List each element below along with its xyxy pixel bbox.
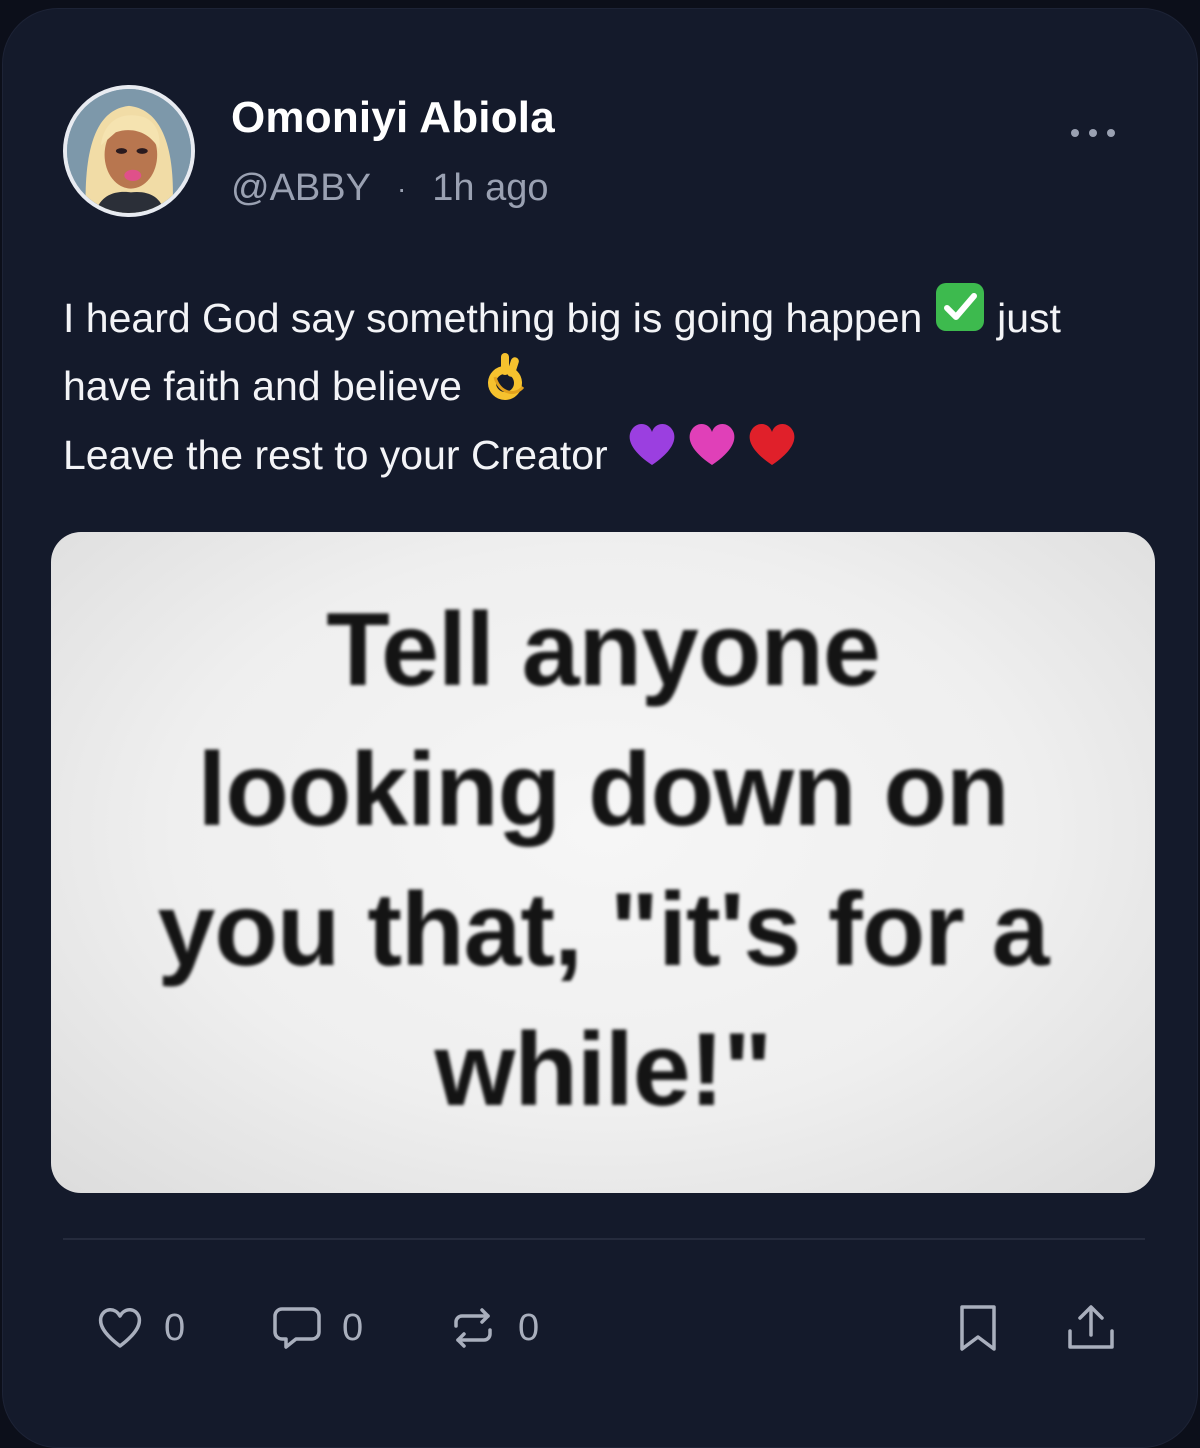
repost-icon [448, 1306, 498, 1350]
divider [63, 1238, 1145, 1240]
display-name[interactable]: Omoniyi Abiola [231, 93, 555, 143]
avatar[interactable] [63, 85, 195, 217]
post-body-line-1-end: just [985, 295, 1061, 341]
like-button[interactable]: 0 [96, 1296, 185, 1360]
meta-separator: · [396, 172, 407, 204]
pink-heart-emoji [685, 419, 739, 490]
repost-button[interactable]: 0 [448, 1296, 539, 1360]
repost-count: 0 [518, 1306, 540, 1349]
reply-count: 0 [342, 1306, 364, 1349]
post-body-line-1: I heard God say something big is going h… [63, 295, 923, 341]
post-body-line-3: Leave the rest to your Creator [63, 431, 608, 478]
post-card[interactable]: Omoniyi Abiola @ABBY · 1h ago I heard Go… [2, 8, 1198, 1448]
purple-heart-emoji [625, 419, 679, 490]
ok-hand-emoji [481, 349, 531, 422]
share-icon [1066, 1303, 1116, 1353]
post-meta: @ABBY · 1h ago [231, 167, 549, 210]
avatar-photo [67, 89, 191, 213]
action-bar: 0 0 0 [0, 1296, 1200, 1360]
like-count: 0 [164, 1306, 186, 1349]
comment-icon [272, 1305, 322, 1351]
more-icon[interactable] [1071, 121, 1115, 145]
post-timestamp: 1h ago [432, 167, 549, 209]
red-heart-emoji [745, 419, 799, 490]
more-dot [1071, 129, 1079, 137]
post-image-text: Tell anyone looking down on you that, "i… [157, 592, 1050, 1128]
bookmark-button[interactable] [956, 1296, 1000, 1360]
check-mark-button-emoji [934, 281, 986, 354]
more-dot [1089, 129, 1097, 137]
reply-button[interactable]: 0 [272, 1296, 363, 1360]
post-body-line-2: have faith and believe [63, 363, 462, 410]
post-body: I heard God say something big is going h… [63, 282, 1153, 490]
author-handle[interactable]: @ABBY [231, 167, 371, 210]
share-button[interactable] [1066, 1296, 1116, 1360]
more-dot [1107, 129, 1115, 137]
bookmark-icon [956, 1303, 1000, 1353]
heart-icon [96, 1306, 144, 1350]
post-image[interactable]: Tell anyone looking down on you that, "i… [51, 532, 1155, 1193]
